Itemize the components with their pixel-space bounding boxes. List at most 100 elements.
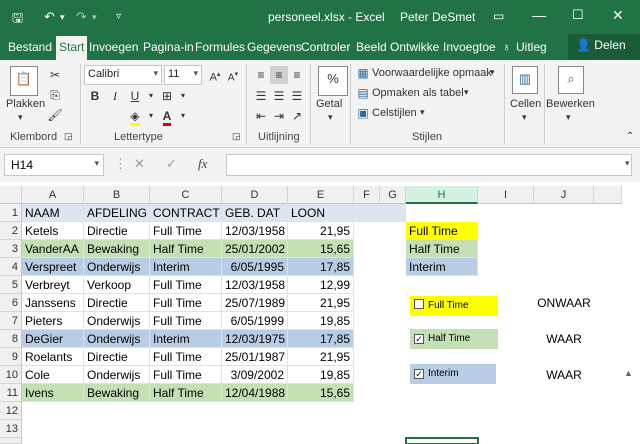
table-cell[interactable]: 25/01/2002 [222,240,288,258]
tab-pagina-indeling[interactable]: Pagina-in [143,40,194,54]
conditional-format-button[interactable]: Voorwaardelijke opmaak [372,67,492,79]
legend-half-time[interactable]: Half Time [406,240,478,258]
redo-icon[interactable]: ↷ [76,9,87,25]
borders-dropdown-icon[interactable]: ▾ [174,87,192,105]
name-box[interactable]: H14 ▾ [4,154,104,176]
table-cell[interactable]: Half Time [150,384,222,402]
row-header[interactable]: 6 [0,294,22,312]
table-cell[interactable]: Verspreet [22,258,84,276]
table-cell[interactable]: Onderwijs [84,366,150,384]
table-cell[interactable]: Full Time [150,312,222,330]
table-cell[interactable]: 19,85 [288,312,354,330]
font-launcher-icon[interactable]: ◲ [232,131,241,142]
table-cell[interactable]: Onderwijs [84,312,150,330]
table-header-cell[interactable]: AFDELING [84,204,150,222]
row-header[interactable]: 1 [0,204,22,222]
row-header[interactable] [0,438,22,444]
table-cell[interactable]: Bewaking [84,384,150,402]
row-header[interactable]: 8 [0,330,22,348]
row-header[interactable]: 4 [0,258,22,276]
redo-dropdown-icon[interactable]: ▾ [92,12,97,23]
tab-formules[interactable]: Formules [195,40,245,54]
table-cell[interactable]: 6/05/1995 [222,258,288,276]
tab-beeld[interactable]: Beeld [356,40,387,54]
chevron-down-icon[interactable]: ▾ [464,87,469,98]
scroll-up-icon[interactable]: ▲ [624,368,633,378]
table-header-cell[interactable]: CONTRACT [150,204,222,222]
table-cell[interactable]: Janssens [22,294,84,312]
number-button[interactable]: Getal [316,98,342,110]
table-cell[interactable]: Full Time [150,294,222,312]
table-cell[interactable]: DeGier [22,330,84,348]
table-cell[interactable]: 19,85 [288,366,354,384]
chevron-down-icon[interactable]: ▾ [420,107,425,118]
italic-icon[interactable]: I [106,87,124,105]
table-cell[interactable]: Cole [22,366,84,384]
number-dropdown-icon[interactable]: ▾ [328,112,333,123]
table-header-cell[interactable]: LOON [288,204,354,222]
table-cell[interactable]: 12/03/1958 [222,276,288,294]
legend-interim[interactable]: Interim [406,258,478,276]
table-cell[interactable]: 12/03/1975 [222,330,288,348]
table-cell[interactable]: Full Time [150,366,222,384]
collapse-ribbon-icon[interactable]: ⌃ [626,131,634,142]
row-header[interactable]: 2 [0,222,22,240]
table-cell[interactable]: Directie [84,348,150,366]
tab-gegevens[interactable]: Gegevens [247,40,302,54]
cancel-entry-icon[interactable]: ✕ [134,156,145,172]
column-header-i[interactable]: I [478,186,534,204]
table-cell[interactable]: 21,95 [288,222,354,240]
column-header-f[interactable]: F [354,186,380,204]
undo-icon[interactable]: ↶ [44,9,55,25]
ribbon-display-options-icon[interactable]: ▭ [493,9,504,23]
user-name[interactable]: Peter DeSmet [400,10,475,24]
table-cell[interactable]: Interim [150,258,222,276]
table-cell[interactable]: Onderwijs [84,258,150,276]
table-cell[interactable]: Directie [84,294,150,312]
row-header[interactable]: 9 [0,348,22,366]
column-header-a[interactable]: A [22,186,84,204]
cells-icon[interactable]: ▥ [512,66,538,94]
table-header-cell[interactable] [354,204,406,222]
table-cell[interactable]: Full Time [150,222,222,240]
font-name-select[interactable]: Calibri ▾ [84,65,162,85]
column-header-b[interactable]: B [84,186,150,204]
table-cell[interactable]: Interim [150,330,222,348]
table-cell[interactable]: 21,95 [288,294,354,312]
save-icon[interactable]: 🖫 [12,9,23,31]
expand-formula-bar-icon[interactable]: ▾ [625,158,630,169]
table-cell[interactable]: Verbreyt [22,276,84,294]
tell-me-input[interactable]: Uitleg [516,40,547,54]
clipboard-launcher-icon[interactable]: ◲ [64,131,73,142]
table-cell[interactable]: 17,85 [288,330,354,348]
column-header-g[interactable]: G [380,186,406,204]
table-header-cell[interactable]: NAAM [22,204,84,222]
editing-button[interactable]: Bewerken [546,98,595,110]
minimize-icon[interactable]: — [532,7,546,23]
row-header[interactable]: 13 [0,420,22,438]
copy-icon[interactable]: ⎘ [46,86,64,104]
table-cell[interactable]: 3/09/2002 [222,366,288,384]
insert-function-icon[interactable]: fx [198,156,207,172]
table-cell[interactable]: 15,65 [288,240,354,258]
orientation-icon[interactable]: ↗ [288,107,306,125]
table-cell[interactable]: VanderAA [22,240,84,258]
cells-dropdown-icon[interactable]: ▾ [522,112,527,123]
align-middle-icon[interactable]: ≡ [270,66,288,84]
row-header[interactable]: 12 [0,402,22,420]
table-cell[interactable]: 25/01/1987 [222,348,288,366]
row-header[interactable]: 7 [0,312,22,330]
tab-ontwikkelaars[interactable]: Ontwikke [390,40,439,54]
bold-icon[interactable]: B [86,87,104,105]
grow-font-icon[interactable]: A▴ [206,66,224,84]
table-cell[interactable]: 17,85 [288,258,354,276]
maximize-icon[interactable]: ☐ [572,7,584,23]
row-header[interactable]: 5 [0,276,22,294]
select-all-corner[interactable] [0,186,22,204]
table-cell[interactable]: Ivens [22,384,84,402]
tab-bestand[interactable]: Bestand [8,40,52,54]
legend-full-time[interactable]: Full Time [406,222,478,240]
formula-input[interactable] [226,154,632,176]
decrease-indent-icon[interactable]: ⇤ [252,107,270,125]
font-color-dropdown-icon[interactable]: ▾ [174,107,192,125]
